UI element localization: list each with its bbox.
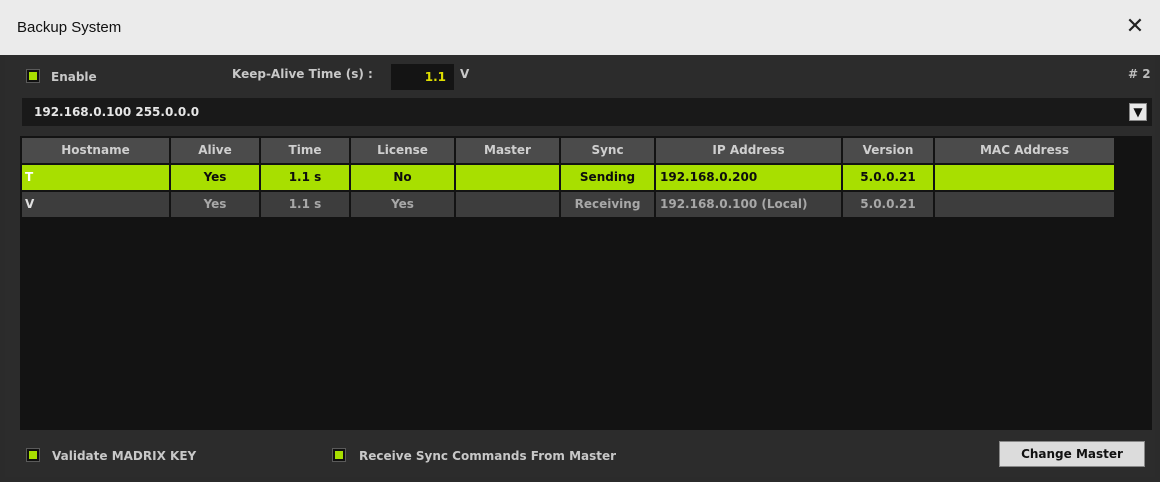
column-header-time[interactable]: Time xyxy=(261,138,349,163)
network-selected-value: 192.168.0.100 255.0.0.0 xyxy=(34,105,200,119)
enable-checkbox[interactable] xyxy=(26,69,40,83)
backup-hosts-table: Hostname Alive Time License Master Sync … xyxy=(20,136,1152,430)
keep-alive-suffix: V xyxy=(460,67,470,81)
cell-version: 5.0.0.21 xyxy=(843,165,933,190)
checkbox-checked-mark xyxy=(335,451,343,459)
column-header-alive[interactable]: Alive xyxy=(171,138,259,163)
network-interface-select[interactable]: 192.168.0.100 255.0.0.0 ▼ xyxy=(22,98,1152,126)
table-row[interactable]: T Yes 1.1 s No Sending 192.168.0.200 5.0… xyxy=(22,165,1114,190)
cell-time: 1.1 s xyxy=(261,165,349,190)
chevron-down-icon[interactable]: ▼ xyxy=(1129,103,1147,121)
table-row[interactable]: V Yes 1.1 s Yes Receiving 192.168.0.100 … xyxy=(22,192,1114,217)
enable-label: Enable xyxy=(51,70,97,84)
column-header-hostname[interactable]: Hostname xyxy=(22,138,169,163)
change-master-button[interactable]: Change Master xyxy=(999,441,1145,467)
instance-number: # 2 xyxy=(1128,67,1151,81)
cell-master xyxy=(456,192,559,217)
cell-master xyxy=(456,165,559,190)
cell-version: 5.0.0.21 xyxy=(843,192,933,217)
column-header-master[interactable]: Master xyxy=(456,138,559,163)
title-bar: Backup System ✕ xyxy=(0,0,1160,55)
validate-madrix-key-checkbox[interactable] xyxy=(26,448,40,462)
column-header-version[interactable]: Version xyxy=(843,138,933,163)
cell-license: Yes xyxy=(351,192,454,217)
cell-sync: Sending xyxy=(561,165,654,190)
receive-sync-label: Receive Sync Commands From Master xyxy=(359,449,617,463)
table-header-row: Hostname Alive Time License Master Sync … xyxy=(22,138,1114,163)
checkbox-checked-mark xyxy=(29,72,37,80)
keep-alive-label: Keep-Alive Time (s) : xyxy=(232,67,373,81)
cell-license: No xyxy=(351,165,454,190)
column-header-mac-address[interactable]: MAC Address xyxy=(935,138,1114,163)
keep-alive-input[interactable] xyxy=(391,64,454,90)
receive-sync-checkbox[interactable] xyxy=(332,448,346,462)
cell-time: 1.1 s xyxy=(261,192,349,217)
cell-sync: Receiving xyxy=(561,192,654,217)
cell-ip-address: 192.168.0.100 (Local) xyxy=(656,192,841,217)
close-icon[interactable]: ✕ xyxy=(1120,12,1150,42)
checkbox-checked-mark xyxy=(29,451,37,459)
cell-mac-address xyxy=(935,192,1114,217)
cell-ip-address: 192.168.0.200 xyxy=(656,165,841,190)
cell-alive: Yes xyxy=(171,192,259,217)
cell-mac-address xyxy=(935,165,1114,190)
column-header-ip-address[interactable]: IP Address xyxy=(656,138,841,163)
validate-madrix-key-label: Validate MADRIX KEY xyxy=(52,449,197,463)
cell-hostname: V xyxy=(22,192,169,217)
window-title: Backup System xyxy=(17,19,122,36)
column-header-sync[interactable]: Sync xyxy=(561,138,654,163)
cell-alive: Yes xyxy=(171,165,259,190)
column-header-license[interactable]: License xyxy=(351,138,454,163)
cell-hostname: T xyxy=(22,165,169,190)
